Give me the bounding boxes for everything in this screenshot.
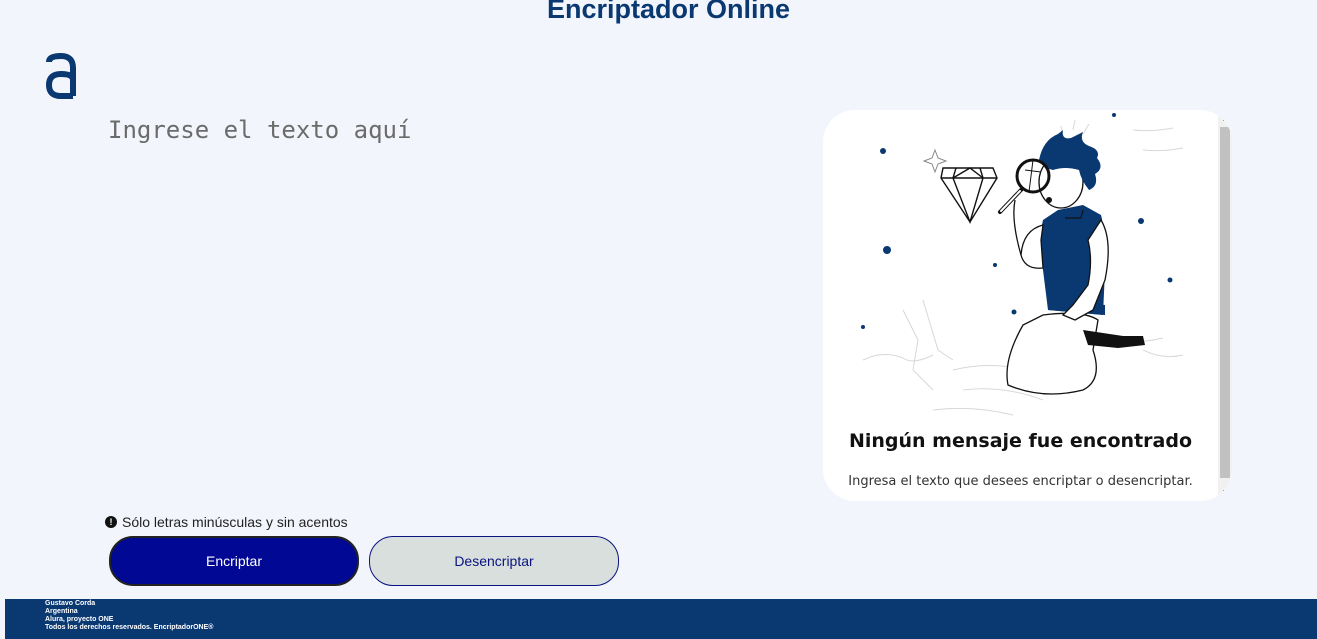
page-title: Encriptador Online	[546, 0, 791, 24]
hint: ! Sólo letras minúsculas y sin acentos	[105, 514, 348, 530]
footer-author: Gustavo Corda	[45, 600, 96, 607]
text-input[interactable]	[104, 112, 792, 500]
hint-text: Sólo letras minúsculas y sin acentos	[122, 514, 348, 530]
info-icon: !	[105, 516, 117, 528]
no-message-text: Ingresa el texto que desees encriptar o …	[848, 474, 1193, 489]
footer-copyright: Todos los derechos reservados. Encriptad…	[45, 624, 214, 631]
footer-project: Alura, proyecto ONE	[45, 616, 114, 623]
no-message-heading: Ningún mensaje fue encontrado	[848, 430, 1193, 452]
footer: Gustavo Corda Argentina Alura, proyecto …	[5, 599, 1317, 639]
output-panel: Ningún mensaje fue encontrado Ingresa el…	[823, 110, 1232, 501]
decrypt-button[interactable]: Desencriptar	[369, 536, 619, 586]
scroll-down-icon[interactable]: ▼	[1218, 485, 1232, 499]
encrypt-button[interactable]: Encriptar	[109, 536, 359, 586]
footer-country: Argentina	[45, 608, 78, 615]
scrollbar-thumb[interactable]	[1220, 127, 1230, 478]
alura-logo-icon[interactable]	[44, 52, 78, 100]
scroll-up-icon[interactable]: ▲	[1218, 112, 1232, 126]
panel-scrollbar[interactable]: ▲ ▼	[1218, 110, 1232, 501]
person-with-magnifier-illustration	[861, 113, 1184, 416]
